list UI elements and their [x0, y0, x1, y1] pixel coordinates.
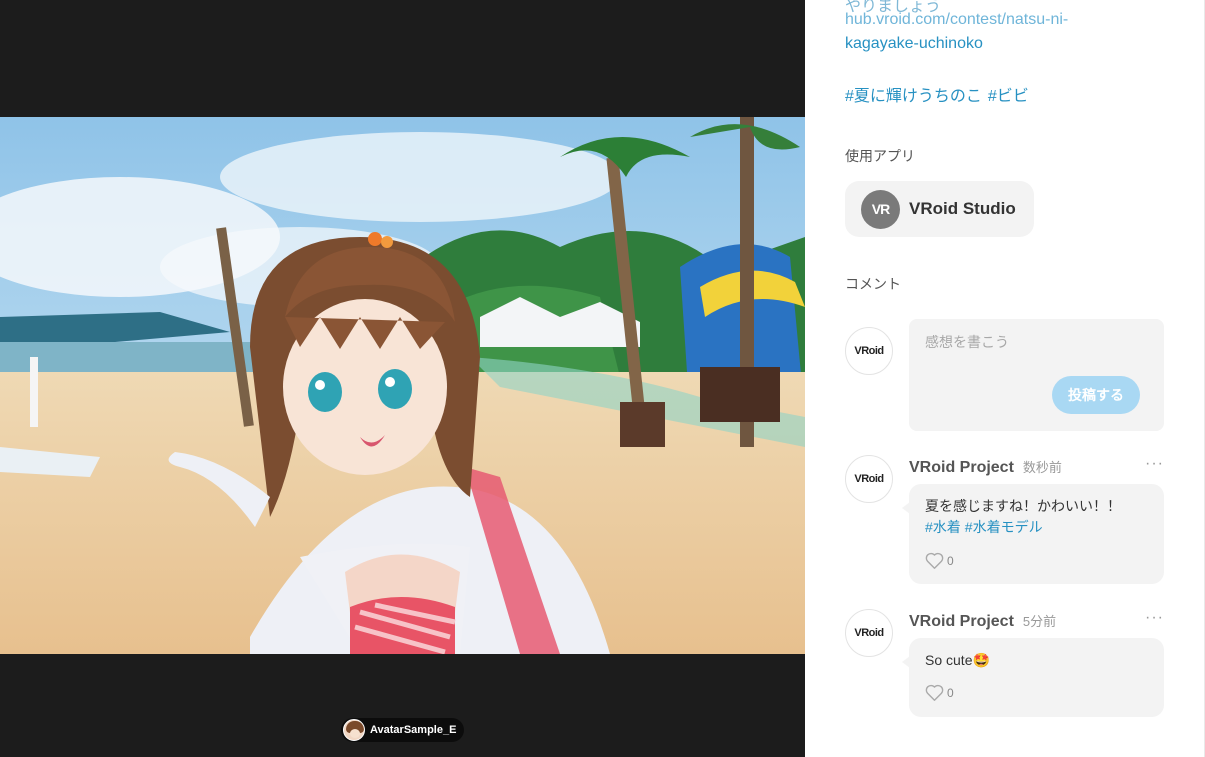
vroid-studio-logo-icon: VR [861, 189, 900, 229]
heart-outline-icon [925, 552, 944, 569]
comment-text: So cute🤩 [925, 652, 990, 668]
tag-link[interactable]: #水着 [925, 519, 961, 535]
tag-list: #夏に輝けうちのこ #ビビ [845, 82, 1035, 106]
post-comment-button[interactable]: 投稿する [1052, 376, 1140, 414]
comment-compose: 投稿する [909, 319, 1164, 431]
like-count: 0 [947, 553, 954, 568]
model-avatar [343, 719, 365, 741]
heart-outline-icon [925, 684, 944, 701]
app-name: VRoid Studio [909, 199, 1016, 218]
tag-link[interactable]: #水着モデル [965, 519, 1043, 535]
artwork-viewer: AvatarSample_E [0, 0, 805, 757]
avatar[interactable]: VRoid [845, 327, 893, 375]
comment-time: 数秒前 [1022, 460, 1062, 475]
like-button[interactable]: 0 [925, 552, 954, 569]
app-section-label: 使用アプリ [845, 148, 915, 164]
comment-author[interactable]: VRoid Project [909, 459, 1014, 477]
comments-section-label: コメント [845, 276, 901, 292]
comment-bubble: 夏を感じますね！かわいい！！ #水着 #水着モデル 0 [902, 484, 1164, 584]
avatar[interactable]: VRoid [845, 455, 893, 503]
app-pill[interactable]: VR VRoid Studio [845, 181, 1034, 237]
comment-input[interactable] [909, 319, 1164, 379]
comment-header: VRoid Project 数秒前 [909, 457, 1062, 477]
model-chip[interactable]: AvatarSample_E [341, 718, 465, 742]
sidebar: やりましょう hub.vroid.com/contest/natsu-ni- k… [805, 0, 1205, 757]
model-name: AvatarSample_E [370, 724, 457, 736]
comment-header: VRoid Project 5分前 [909, 611, 1056, 631]
more-horizontal-icon[interactable]: ··· [1145, 455, 1164, 473]
artwork-image[interactable] [0, 117, 805, 654]
comment-bubble: So cute🤩 0 [902, 638, 1164, 717]
comment-text: 夏を感じますね！かわいい！！ [925, 498, 1121, 514]
comment-time: 5分前 [1022, 614, 1057, 629]
like-button[interactable]: 0 [925, 684, 954, 701]
tag-link[interactable]: #ビビ [988, 88, 1029, 105]
more-horizontal-icon[interactable]: ··· [1145, 609, 1164, 627]
comment-author[interactable]: VRoid Project [909, 613, 1014, 631]
like-count: 0 [947, 685, 954, 700]
tag-link[interactable]: #夏に輝けうちのこ [845, 88, 982, 105]
comment-tags: #水着 #水着モデル [925, 517, 1148, 538]
contest-link[interactable]: hub.vroid.com/contest/natsu-ni- [845, 11, 1068, 29]
contest-link-continued[interactable]: kagayake-uchinoko [845, 35, 983, 53]
avatar[interactable]: VRoid [845, 609, 893, 657]
